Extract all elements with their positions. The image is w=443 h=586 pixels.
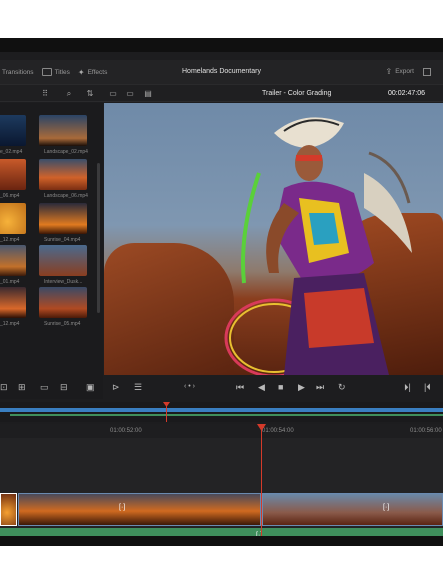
prev-edit-icon[interactable]: |⏴ [424, 382, 431, 392]
overview-timeline[interactable] [0, 402, 443, 422]
media-pool-footer: ⊡ ⊞ ▭ ⊟ ▣ [0, 375, 103, 399]
play-reverse-icon[interactable]: ◀ [258, 382, 265, 392]
menu-item-titles[interactable]: Titles [41, 68, 70, 76]
timeline-clip[interactable]: [·] [262, 493, 443, 526]
clip-thumbnail[interactable] [39, 287, 87, 318]
dancer-figure [224, 117, 412, 375]
clip-tool-icon[interactable]: ⊞ [18, 382, 26, 392]
app-screen: Transitions Titles ✦ Effects Homelands D… [0, 52, 443, 536]
clip-label: _06.mp4 [0, 193, 20, 199]
overview-video-bar [0, 408, 443, 412]
clip-label: e_02.mp4 [0, 149, 23, 155]
clip-thumbnail[interactable] [39, 159, 87, 190]
audio-waveform [0, 528, 443, 536]
jog-control-icon[interactable]: ‹ • › [184, 382, 195, 392]
layout-icon[interactable]: ▭ [108, 89, 118, 98]
clip-thumbnail[interactable] [39, 115, 87, 146]
menu-item-transitions[interactable]: Transitions [2, 69, 34, 76]
clip-label: Landscape_06.mp4 [44, 193, 88, 199]
timeline-ruler[interactable]: 01:00:52:00 01:00:54:00 01:00:56:00 [0, 424, 443, 438]
viewer-timecode: 00:02:47:06 [388, 90, 425, 97]
panel-icon[interactable] [423, 67, 431, 76]
clip-label: Sunrise_05.mp4 [44, 321, 81, 327]
video-viewer[interactable] [104, 103, 443, 375]
clip-label: Interview_Dusk... [44, 279, 83, 285]
media-pool: e_02.mp4 _06.mp4 _12.mp4 _01.mp4 _12.mp4… [0, 103, 103, 375]
clip-thumbnail[interactable] [0, 115, 26, 146]
export-icon: ⇪ [385, 67, 393, 76]
clip-tool-icon[interactable]: ▣ [86, 382, 95, 392]
clip-thumbnail[interactable] [39, 245, 87, 276]
skip-back-icon[interactable]: ⏮ [236, 382, 244, 392]
clip-label: _01.mp4 [0, 279, 20, 285]
media-pool-scrollbar[interactable] [97, 163, 100, 313]
adjust-icon[interactable]: ☰ [134, 382, 142, 392]
next-edit-icon[interactable]: ⏵| [404, 382, 411, 392]
loop-icon[interactable]: ↻ [338, 382, 346, 392]
menu-item-effects[interactable]: ✦ Effects [78, 68, 107, 77]
transition-icon[interactable]: [·] [383, 504, 389, 511]
clip-tool-icon[interactable]: ⊡ [0, 382, 8, 392]
sort-icon[interactable]: ⇅ [85, 89, 95, 98]
transport-controls: ⊳ ☰ ‹ • › ⏮ ◀ ■ ▶ ⏭ ↻ ⏵| |⏴ [104, 375, 443, 399]
video-track: [·] [·] [0, 493, 443, 526]
ruler-label: 01:00:54:00 [262, 428, 294, 434]
layout-icon-2[interactable]: ▭ [125, 89, 135, 98]
clip-thumbnail[interactable] [0, 245, 26, 276]
titles-icon [41, 68, 52, 76]
clip-thumbnail[interactable] [0, 159, 26, 190]
clip-label: _12.mp4 [0, 321, 20, 327]
play-icon[interactable]: ▶ [298, 382, 305, 392]
ruler-label: 01:00:52:00 [110, 428, 142, 434]
search-icon[interactable]: ⌕ [64, 89, 74, 98]
audio-track[interactable]: [·] [0, 528, 443, 536]
clip-tool-icon[interactable]: ▭ [40, 382, 49, 392]
transition-icon[interactable]: [·] [119, 504, 125, 511]
ruler-label: 01:00:56:00 [410, 428, 442, 434]
clip-thumbnail[interactable] [0, 203, 26, 234]
viewer-toolbar: ⠿ ⌕ ⇅ ▭ ▭ ▤ Trailer - Color Grading 00:0… [0, 84, 443, 102]
viewer-clip-name[interactable]: Trailer - Color Grading [262, 90, 331, 97]
export-button[interactable]: ⇪ Export [385, 67, 431, 76]
timeline-clip[interactable] [0, 493, 17, 526]
tablet-frame: Transitions Titles ✦ Effects Homelands D… [0, 38, 443, 546]
clip-thumbnail[interactable] [39, 203, 87, 234]
clip-label: Landscape_02.mp4 [44, 149, 88, 155]
skip-forward-icon[interactable]: ⏭ [316, 382, 324, 392]
top-menu-bar: Transitions Titles ✦ Effects Homelands D… [0, 60, 443, 84]
export-label: Export [395, 68, 414, 75]
menu-label: Titles [54, 68, 70, 76]
menu-label: Effects [87, 68, 108, 76]
timeline-clip[interactable]: [·] [18, 493, 261, 526]
film-icon[interactable]: ▤ [143, 89, 153, 98]
stop-icon[interactable]: ■ [278, 382, 283, 392]
menu-label: Transitions [2, 68, 34, 76]
clip-thumbnail[interactable] [0, 287, 26, 318]
timeline-playhead[interactable] [261, 424, 262, 536]
effects-icon: ✦ [77, 67, 85, 77]
overview-audio-bar [10, 414, 443, 416]
clip-label: Sunrise_04.mp4 [44, 237, 81, 243]
overview-playhead-marker[interactable] [163, 402, 170, 407]
clip-label: _12.mp4 [0, 237, 20, 243]
edit-mode-icon[interactable]: ⊳ [112, 382, 120, 392]
clip-tool-icon[interactable]: ⊟ [60, 382, 68, 392]
grid-view-icon[interactable]: ⠿ [40, 89, 50, 98]
